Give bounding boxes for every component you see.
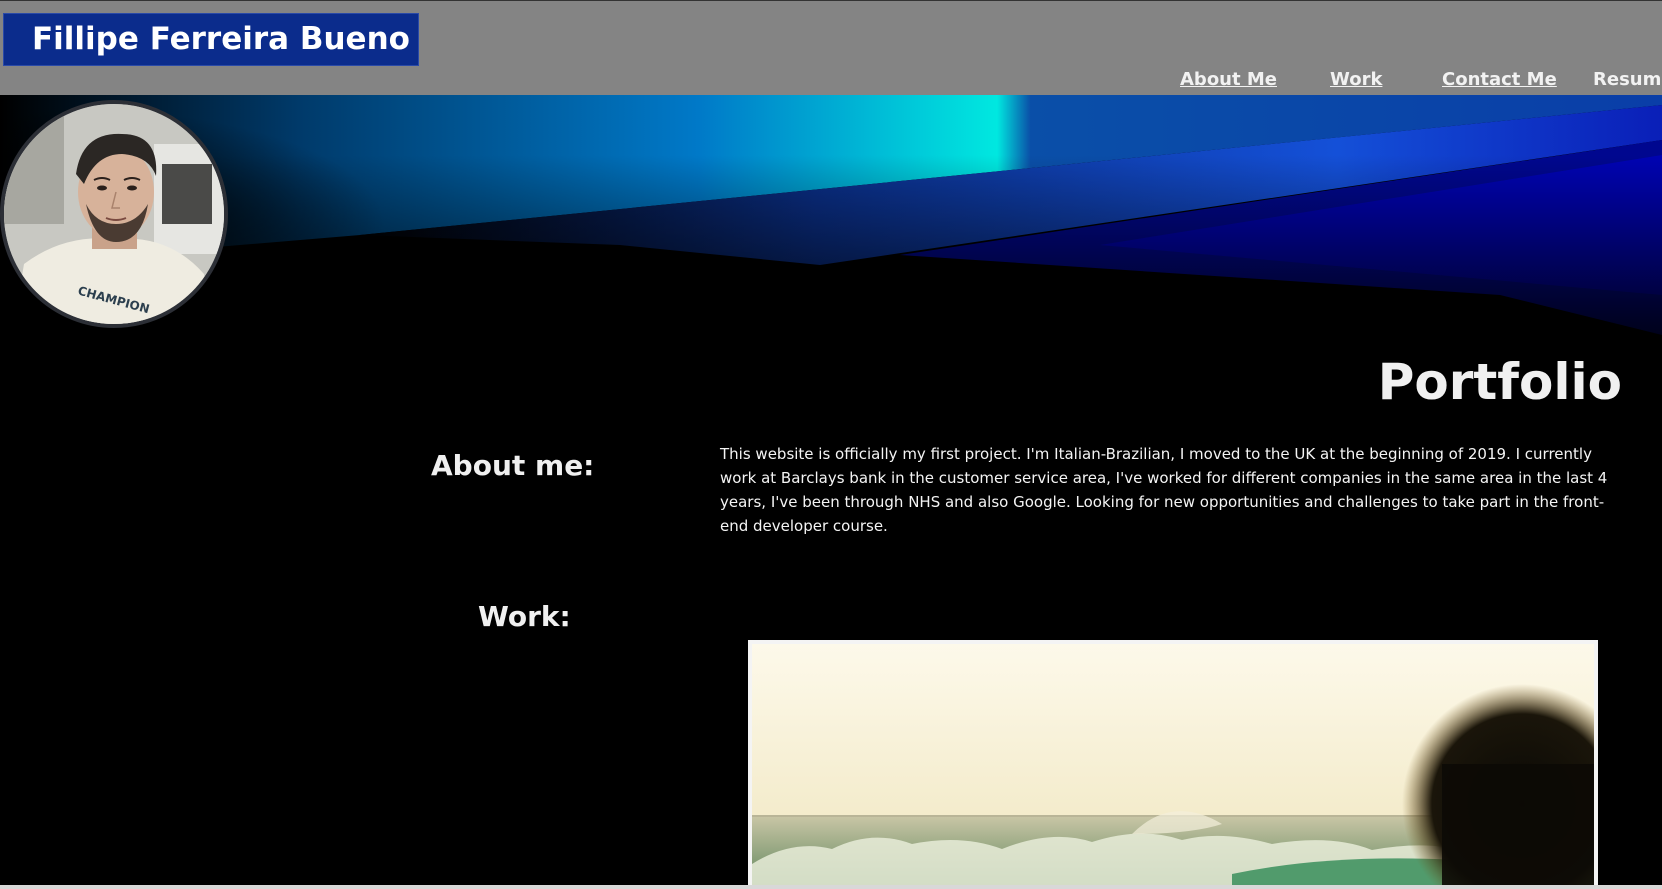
work-heading: Work: xyxy=(478,600,571,633)
nav-work[interactable]: Work xyxy=(1330,67,1382,93)
hero-gradient-graphic xyxy=(0,95,1662,355)
bottom-edge xyxy=(0,885,1662,889)
header-bar: Fillipe Ferreira Bueno About Me Work Con… xyxy=(0,0,1662,95)
site-brand[interactable]: Fillipe Ferreira Bueno xyxy=(3,13,419,66)
page: Fillipe Ferreira Bueno About Me Work Con… xyxy=(0,0,1662,889)
surf-wave-photo-icon xyxy=(752,644,1594,889)
nav-about-me[interactable]: About Me xyxy=(1180,67,1277,93)
work-image-frame[interactable] xyxy=(748,640,1598,889)
page-title: Portfolio xyxy=(1377,353,1622,411)
main-nav: About Me Work Contact Me Resume xyxy=(0,67,1662,93)
hero-banner xyxy=(0,95,1662,355)
about-heading: About me: xyxy=(431,449,595,482)
about-description: This website is officially my first proj… xyxy=(720,445,1608,535)
profile-avatar: CHAMPION xyxy=(0,100,228,328)
nav-resume[interactable]: Resume xyxy=(1593,67,1662,93)
profile-photo-icon: CHAMPION xyxy=(4,104,224,324)
nav-contact-me[interactable]: Contact Me xyxy=(1442,67,1557,93)
